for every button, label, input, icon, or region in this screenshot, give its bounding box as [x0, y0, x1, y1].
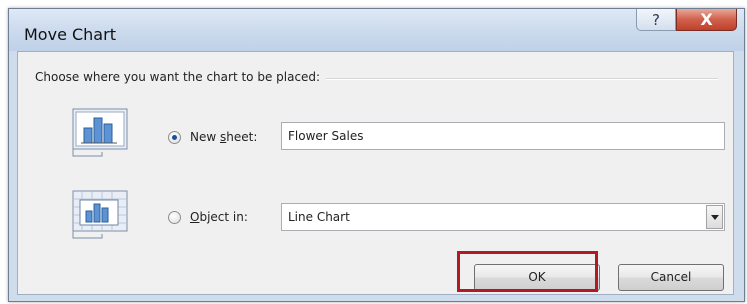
object-in-label-suffix: bject in: — [199, 210, 248, 224]
new-sheet-name-input[interactable]: Flower Sales — [281, 122, 725, 150]
help-icon: ? — [652, 11, 660, 29]
close-button[interactable]: X — [676, 9, 737, 31]
new-sheet-label: New sheet: — [190, 130, 257, 144]
object-in-sheet-select[interactable]: Line Chart — [281, 203, 725, 231]
group-divider — [318, 78, 718, 80]
radio-selected-dot — [172, 135, 177, 140]
new-sheet-label-suffix: heet: — [226, 130, 258, 144]
move-chart-dialog: Move Chart ? X Choose where you want the… — [8, 8, 745, 302]
title-bar: Move Chart ? X — [9, 9, 744, 51]
dialog-title: Move Chart — [24, 25, 116, 44]
object-in-label: Object in: — [190, 210, 248, 224]
screenshot-area: Move Chart ? X Choose where you want the… — [0, 0, 747, 304]
chevron-down-icon[interactable] — [706, 205, 723, 229]
object-in-selected-value: Line Chart — [288, 210, 350, 224]
placement-prompt: Choose where you want the chart to be pl… — [35, 70, 327, 84]
cancel-button[interactable]: Cancel — [618, 264, 724, 291]
close-icon: X — [700, 10, 713, 29]
object-in-chart-icon — [72, 190, 128, 239]
new-sheet-chart-icon — [72, 108, 128, 157]
new-sheet-label-prefix: New — [190, 130, 220, 144]
object-in-radio[interactable] — [168, 211, 181, 224]
ok-button-highlight — [457, 251, 598, 292]
new-sheet-radio[interactable] — [168, 131, 181, 144]
dialog-body: Choose where you want the chart to be pl… — [17, 51, 734, 295]
help-button[interactable]: ? — [636, 9, 676, 31]
